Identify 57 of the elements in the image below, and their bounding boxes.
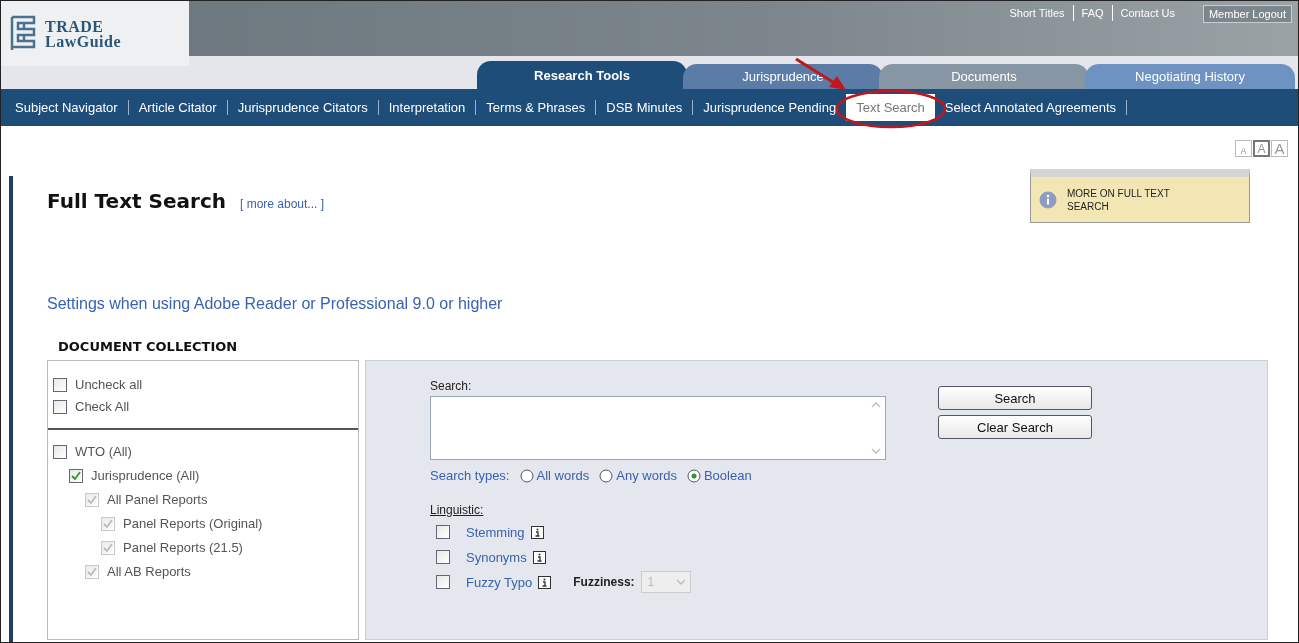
radio-label: All words — [536, 468, 590, 483]
info-box[interactable]: MORE ON FULL TEXT SEARCH — [1030, 169, 1250, 223]
section-heading: DOCUMENT COLLECTION — [58, 339, 239, 354]
checkbox[interactable] — [69, 468, 83, 483]
nav-tab[interactable]: Negotiating History — [1085, 64, 1295, 89]
subnav-link[interactable]: Jurisprudence Pending — [693, 94, 847, 121]
radio-button[interactable] — [686, 468, 701, 483]
subnav-link[interactable]: Jurisprudence Citators — [227, 94, 378, 121]
info-icon — [1039, 190, 1057, 209]
info-icon — [532, 550, 546, 564]
page-title: Full Text Search — [47, 189, 226, 213]
checkbox-label: Uncheck all — [75, 377, 143, 392]
checkbox[interactable] — [53, 444, 67, 459]
subnav-link[interactable]: Text Search — [846, 94, 935, 121]
checkbox-label: All AB Reports — [107, 564, 191, 579]
info-icon — [538, 575, 552, 589]
search-types-label: Search types: — [430, 468, 510, 483]
linguistic-label: Linguistic: — [430, 503, 485, 517]
checkbox-label: All Panel Reports — [107, 492, 208, 507]
nav-tab[interactable]: Documents — [879, 64, 1089, 89]
radio-label: Boolean — [703, 468, 752, 483]
logo-text[interactable]: TRADE LawGuide — [45, 18, 121, 49]
checkbox[interactable] — [436, 525, 450, 539]
search-label: Search: — [430, 379, 473, 393]
option-link[interactable]: Fuzzy Typo — [466, 574, 533, 590]
checkbox[interactable] — [53, 399, 67, 414]
checkbox-label: Panel Reports (21.5) — [123, 540, 243, 555]
subnav-link[interactable]: Article Citator — [128, 94, 227, 121]
nav-tab[interactable]: Research Tools — [477, 61, 687, 89]
font-size-button[interactable]: A — [1235, 140, 1252, 157]
subnav-link[interactable]: Subject Navigator — [5, 94, 128, 121]
checkbox-label: Jurisprudence (All) — [91, 468, 200, 483]
fuzziness-label: Fuzziness: — [573, 575, 635, 589]
radio-button[interactable] — [519, 468, 534, 483]
top-link[interactable]: Short Titles — [1001, 5, 1073, 21]
checkbox[interactable] — [53, 377, 67, 392]
info-text: MORE ON FULL TEXT SEARCH — [1067, 186, 1171, 213]
subnav-link[interactable]: Select Annotated Agreements — [934, 94, 1127, 121]
clear-search-button[interactable]: Clear Search — [938, 415, 1092, 439]
search-button[interactable]: Search — [938, 386, 1092, 410]
checkbox[interactable] — [436, 575, 450, 589]
subnav-link[interactable]: Interpretation — [378, 94, 476, 121]
option-link[interactable]: Stemming — [466, 524, 525, 540]
more-about-link[interactable]: [ more about... ] — [240, 197, 325, 211]
radio-button[interactable] — [599, 468, 614, 483]
subnav-link[interactable]: DSB Minutes — [596, 94, 693, 121]
radio-label: Any words — [616, 468, 677, 483]
info-icon — [530, 525, 544, 539]
checkbox-label: WTO (All) — [75, 444, 132, 459]
nav-tab[interactable]: Jurisprudence — [683, 64, 883, 89]
option-link[interactable]: Synonyms — [466, 549, 527, 565]
subnav-link[interactable]: Terms & Phrases — [476, 94, 596, 121]
checkbox-label: Panel Reports (Original) — [123, 516, 263, 531]
checkbox-label: Check All — [75, 399, 130, 414]
settings-link[interactable]: Settings when using Adobe Reader or Professional 9.0 or higher — [47, 295, 1298, 313]
logout-button[interactable]: Member Logout — [1202, 5, 1292, 23]
checkbox[interactable] — [436, 550, 450, 564]
